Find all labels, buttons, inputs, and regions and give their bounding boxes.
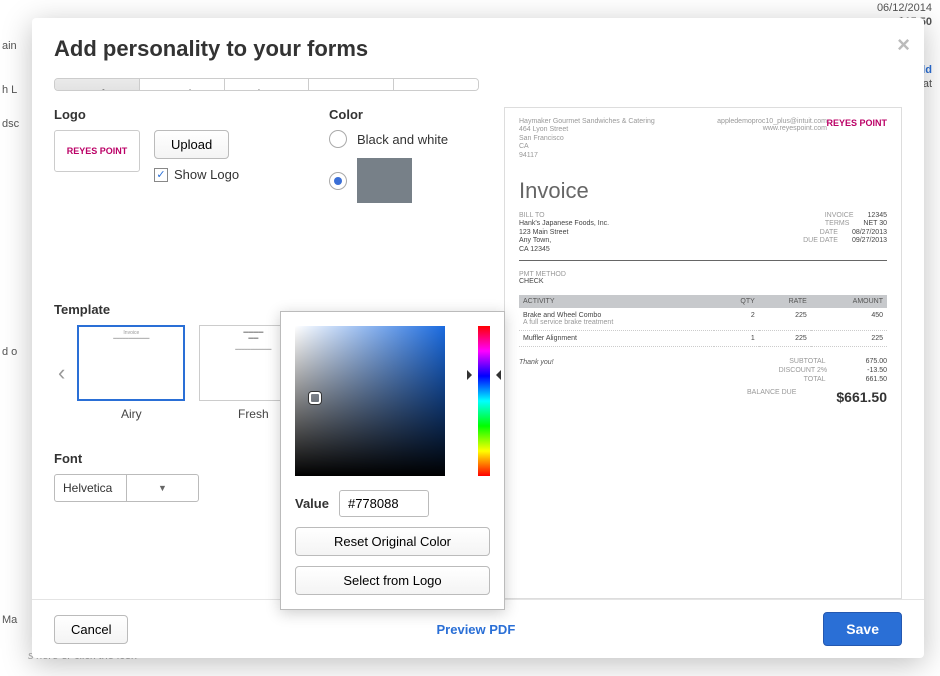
color-hex-input[interactable] [339, 490, 429, 517]
preview-doc-title: Invoice [519, 178, 887, 204]
tab-more[interactable]: More [394, 79, 478, 91]
template-airy[interactable]: Invoice━━━━━━━━━━━━ Airy [77, 325, 185, 421]
preview-line-table: ACTIVITY QTY RATE AMOUNT Brake and Wheel… [519, 295, 887, 347]
saturation-value-area[interactable] [295, 326, 445, 476]
preview-pdf-link[interactable]: Preview PDF [437, 622, 516, 637]
template-airy-thumb: Invoice━━━━━━━━━━━━ [77, 325, 185, 401]
black-white-label: Black and white [357, 132, 448, 147]
upload-logo-button[interactable]: Upload [154, 130, 229, 159]
font-select[interactable]: Helvetica ▼ [54, 474, 199, 502]
hue-slider[interactable] [478, 326, 490, 476]
table-row: Muffler Alignment 1 225 225 [519, 330, 887, 346]
tab-style[interactable]: Style [55, 79, 140, 91]
close-icon[interactable]: × [897, 32, 910, 58]
table-row: Brake and Wheel ComboA full service brak… [519, 308, 887, 331]
cancel-button[interactable]: Cancel [54, 615, 128, 644]
chevron-down-icon: ▼ [126, 475, 198, 501]
color-swatch[interactable] [357, 158, 412, 203]
save-button[interactable]: Save [823, 612, 902, 646]
template-prev-chevron-icon[interactable]: ‹ [54, 360, 69, 386]
sv-cursor[interactable] [309, 392, 321, 404]
show-logo-checkbox[interactable]: ✓ [154, 168, 168, 182]
value-label: Value [295, 496, 329, 511]
invoice-preview: Haymaker Gourmet Sandwiches & Catering 4… [504, 107, 902, 599]
logo-thumbnail[interactable]: REYES POINT [54, 130, 140, 172]
reset-color-button[interactable]: Reset Original Color [295, 527, 490, 556]
modal-title: Add personality to your forms [54, 36, 902, 62]
tab-footer[interactable]: Footer [309, 79, 394, 91]
show-logo-label: Show Logo [174, 167, 239, 182]
hue-cursor[interactable] [475, 372, 493, 378]
customize-forms-modal: Add personality to your forms × Style He… [32, 18, 924, 658]
modal-header: Add personality to your forms × [32, 18, 924, 70]
preview-logo: REYES POINT [826, 118, 887, 128]
select-from-logo-button[interactable]: Select from Logo [295, 566, 490, 595]
black-white-radio[interactable] [329, 130, 347, 148]
color-picker-popover: Value Reset Original Color Select from L… [280, 311, 505, 610]
tab-columns[interactable]: Columns [225, 79, 310, 91]
tab-header[interactable]: Header [140, 79, 225, 91]
custom-color-radio[interactable] [329, 172, 347, 190]
color-section-label: Color [329, 107, 448, 122]
tab-bar: Style Header Columns Footer More [54, 78, 479, 91]
font-select-value: Helvetica [55, 481, 126, 495]
